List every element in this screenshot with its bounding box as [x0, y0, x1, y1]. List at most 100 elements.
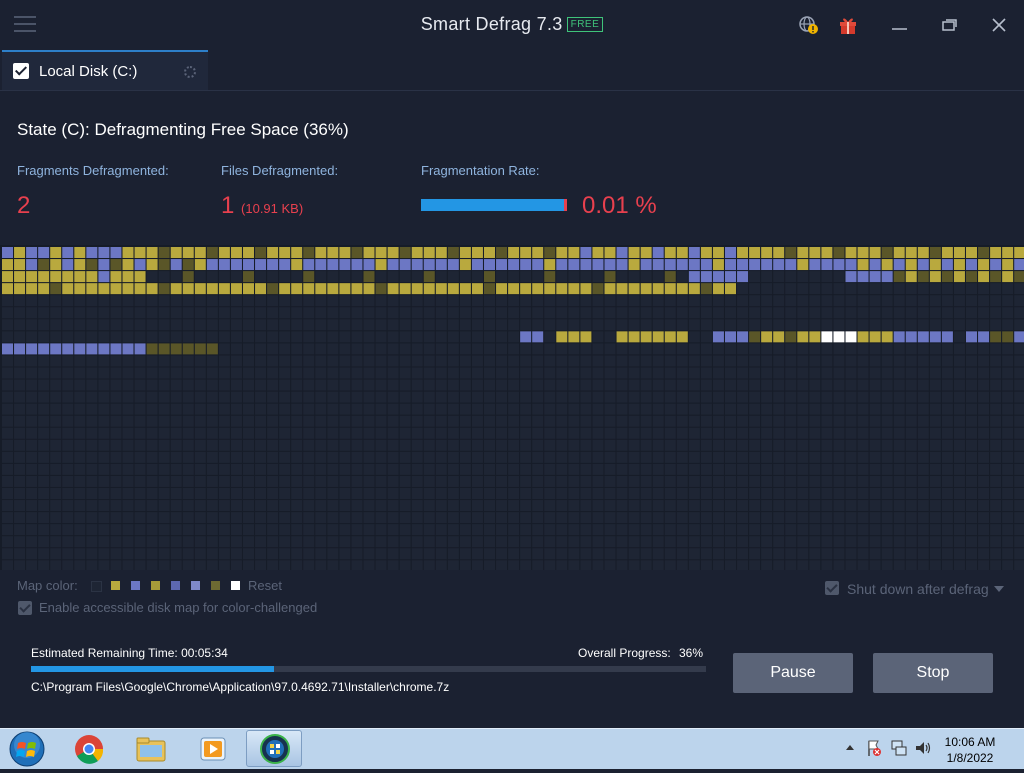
disk-block [568, 355, 580, 367]
estimated-time: Estimated Remaining Time: 00:05:34 [31, 646, 228, 660]
disk-block [496, 403, 508, 415]
disk-block [700, 319, 712, 331]
disk-block [941, 548, 953, 560]
disk-block [399, 355, 411, 367]
disk-block [110, 319, 122, 331]
disk-block [327, 271, 339, 283]
disk-block [484, 488, 495, 499]
disk-block [206, 331, 218, 343]
disk-block [520, 391, 532, 403]
disk-block [363, 548, 375, 560]
disk-block [375, 331, 387, 343]
disk-block [857, 355, 869, 367]
disk-block [194, 391, 206, 403]
tab-local-disk-c[interactable]: Local Disk (C:) [2, 50, 208, 90]
disk-block [544, 475, 556, 487]
disk-block [146, 247, 158, 258]
disk-block [941, 403, 953, 415]
disk-block [544, 271, 556, 283]
taskbar-clock[interactable]: 10:06 AM 1/8/2022 [930, 734, 1010, 766]
disk-block [158, 307, 170, 319]
disk-block [435, 488, 447, 499]
disk-block [640, 295, 652, 307]
disk-block [74, 463, 86, 475]
disk-block [508, 439, 520, 451]
globe-alert-icon[interactable] [798, 14, 820, 36]
chevron-down-icon[interactable] [994, 586, 1004, 592]
disk-block [98, 307, 110, 319]
disk-block [496, 488, 508, 499]
disk-block [953, 463, 965, 475]
disk-block [315, 524, 327, 536]
disk-block [50, 307, 62, 319]
disk-block [26, 463, 38, 475]
disk-block [243, 379, 254, 391]
disk-block [893, 536, 905, 548]
disk-block [279, 295, 291, 307]
color-swatch [91, 581, 102, 592]
start-button[interactable] [4, 730, 50, 768]
shutdown-checkbox[interactable] [825, 581, 839, 595]
disk-block [712, 548, 724, 560]
stop-button[interactable]: Stop [873, 653, 993, 693]
action-center-flag-icon[interactable] [866, 739, 882, 757]
reset-link[interactable]: Reset [248, 578, 282, 593]
disk-block [496, 512, 508, 524]
network-icon[interactable] [890, 739, 908, 757]
disk-block [230, 488, 242, 499]
disk-block [339, 319, 351, 331]
disk-block [978, 463, 990, 475]
pause-button[interactable]: Pause [733, 653, 853, 693]
disk-block [917, 379, 929, 391]
disk-block [556, 331, 568, 343]
disk-block [990, 500, 1002, 512]
gift-icon[interactable] [837, 14, 859, 36]
disk-block [1014, 512, 1024, 524]
disk-block [966, 451, 977, 463]
disk-block [725, 343, 736, 355]
accessible-map-checkbox[interactable] [18, 601, 32, 615]
disk-block [375, 512, 387, 524]
disk-block [556, 271, 568, 283]
disk-block [688, 512, 700, 524]
disk-block [869, 367, 881, 379]
disk-block [893, 427, 905, 439]
disk-block [712, 343, 724, 355]
disk-block [182, 463, 194, 475]
close-button[interactable] [988, 14, 1010, 36]
disk-block [737, 271, 749, 283]
disk-block [435, 307, 447, 319]
disk-block [279, 403, 291, 415]
disk-block [411, 500, 423, 512]
taskbar-smart-defrag-icon[interactable] [246, 730, 302, 767]
taskbar-chrome-icon[interactable] [60, 730, 116, 767]
disk-block [230, 451, 242, 463]
disk-block [712, 451, 724, 463]
disk-block [592, 379, 604, 391]
drive-checkbox[interactable] [13, 63, 29, 79]
disk-block [182, 379, 194, 391]
disk-block [508, 536, 520, 548]
disk-block [170, 343, 182, 355]
disk-block [206, 451, 218, 463]
minimize-button[interactable] [889, 14, 911, 36]
disk-block [544, 331, 556, 343]
disk-block [50, 560, 62, 570]
disk-block [327, 259, 339, 271]
taskbar-explorer-icon[interactable] [122, 730, 178, 767]
tray-expand-icon[interactable] [844, 742, 856, 754]
disk-block [86, 403, 98, 415]
disk-block [508, 331, 520, 343]
disk-block [484, 367, 495, 379]
disk-block [941, 463, 953, 475]
maximize-button[interactable] [939, 14, 961, 36]
disk-block [1002, 403, 1014, 415]
disk-block [122, 247, 134, 258]
disk-block [363, 475, 375, 487]
disk-block [423, 283, 435, 295]
disk-block [941, 247, 953, 258]
disk-block [194, 451, 206, 463]
disk-block [604, 343, 616, 355]
disk-block [604, 415, 616, 427]
taskbar-media-player-icon[interactable] [184, 730, 240, 767]
